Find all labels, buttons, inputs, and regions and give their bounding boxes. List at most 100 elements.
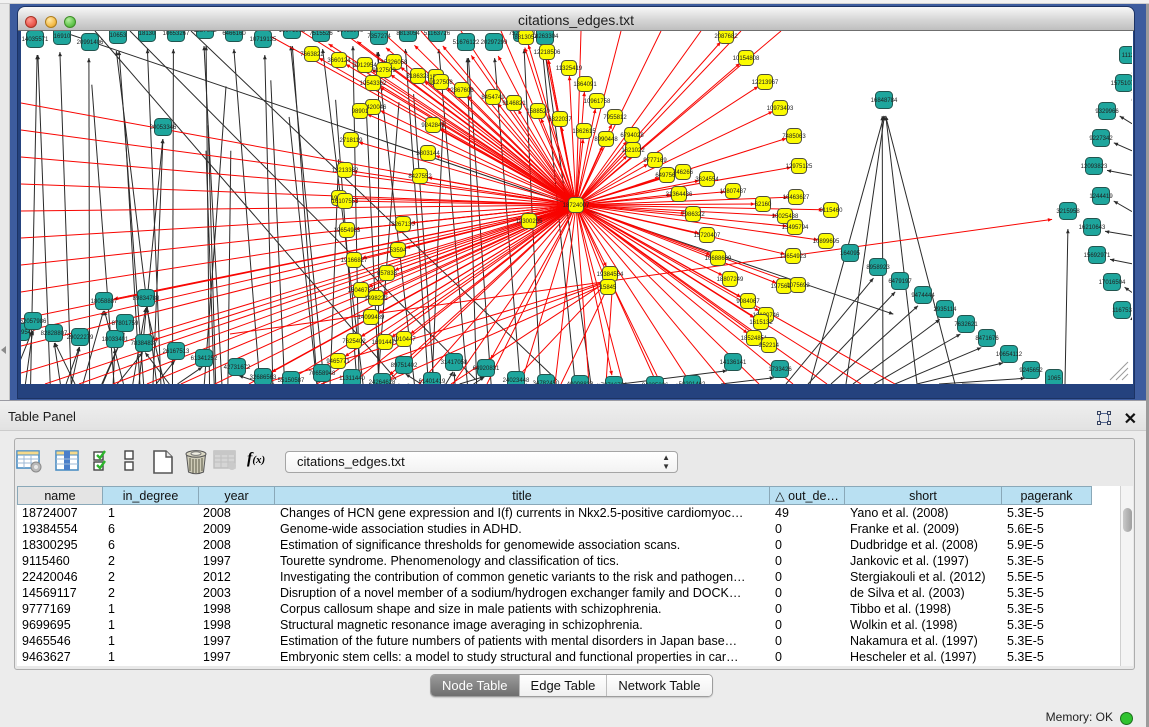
svg-text:1527602: 1527602 (193, 31, 217, 34)
svg-text:78384837: 78384837 (131, 341, 158, 347)
svg-text:7663822: 7663822 (300, 52, 324, 58)
svg-text:1364091: 1364091 (573, 82, 597, 88)
svg-text:32686563: 32686563 (250, 375, 277, 381)
svg-text:9127508: 9127508 (429, 80, 453, 86)
svg-text:29022279: 29022279 (67, 335, 94, 341)
svg-text:16848784: 16848784 (871, 98, 898, 104)
svg-text:10543362: 10543362 (360, 81, 387, 87)
svg-text:2718119: 2718119 (340, 138, 364, 144)
svg-text:61341252: 61341252 (191, 356, 218, 362)
svg-text:8813054: 8813054 (396, 31, 420, 37)
svg-text:20991406: 20991406 (77, 40, 104, 46)
svg-text:9146821: 9146821 (502, 101, 526, 107)
svg-text:53594: 53594 (390, 248, 407, 254)
svg-text:8813054: 8813054 (514, 35, 538, 41)
svg-text:2367608: 2367608 (450, 88, 474, 94)
svg-text:34839548: 34839548 (21, 330, 35, 336)
svg-text:14136141: 14136141 (720, 360, 747, 366)
svg-text:19384554: 19384554 (597, 272, 624, 278)
svg-text:16971365: 16971365 (279, 31, 306, 34)
svg-text:16910: 16910 (54, 34, 71, 40)
svg-text:2803144: 2803144 (416, 151, 440, 157)
svg-text:1498222: 1498222 (364, 296, 388, 302)
svg-text:98901: 98901 (352, 109, 369, 115)
svg-text:7357274: 7357274 (367, 34, 391, 40)
svg-text:10807487: 10807487 (720, 189, 747, 195)
svg-text:746266: 746266 (673, 170, 694, 176)
svg-text:11311440: 11311440 (339, 376, 365, 382)
svg-text:18033401: 18033401 (102, 337, 129, 343)
svg-text:7986322: 7986322 (681, 212, 705, 218)
svg-text:20053346: 20053346 (150, 125, 177, 131)
svg-text:12213362: 12213362 (332, 168, 359, 174)
svg-text:20297299: 20297299 (481, 40, 508, 46)
svg-text:55150587: 55150587 (278, 378, 305, 384)
svg-text:13654923: 13654923 (780, 254, 807, 260)
svg-text:14035571: 14035571 (22, 37, 49, 43)
svg-text:62160: 62160 (755, 202, 772, 208)
svg-text:61401419: 61401419 (419, 379, 446, 384)
svg-text:10719135: 10719135 (250, 37, 277, 43)
svg-text:10653267: 10653267 (163, 31, 190, 37)
svg-text:7485063: 7485063 (782, 134, 806, 140)
svg-text:6794028: 6794028 (620, 133, 644, 139)
svg-text:15845: 15845 (600, 285, 617, 291)
svg-text:7955812: 7955812 (603, 115, 627, 121)
svg-text:51676122: 51676122 (453, 40, 480, 46)
svg-text:10154808: 10154808 (733, 56, 760, 62)
svg-text:21364436: 21364436 (666, 192, 693, 198)
svg-text:9329966: 9329966 (1095, 109, 1119, 115)
svg-text:10688609: 10688609 (705, 256, 732, 262)
svg-text:9115460: 9115460 (820, 208, 844, 214)
svg-text:2087682: 2087682 (714, 34, 738, 40)
svg-text:18724007: 18724007 (563, 203, 590, 209)
svg-text:3660124: 3660124 (327, 58, 351, 64)
svg-text:89751402: 89751402 (391, 363, 418, 369)
svg-text:70658948: 70658948 (309, 371, 336, 377)
svg-text:8186328: 8186328 (406, 74, 430, 80)
svg-text:12975125: 12975125 (786, 164, 813, 170)
svg-text:16463627: 16463627 (783, 195, 810, 201)
svg-text:16210643: 16210643 (1079, 225, 1106, 231)
svg-text:1588520: 1588520 (526, 109, 550, 115)
svg-text:8958923: 8958923 (866, 265, 890, 271)
svg-text:2935114: 2935114 (934, 307, 958, 313)
svg-text:12213967: 12213967 (752, 80, 779, 86)
svg-text:62057986: 62057986 (21, 319, 47, 325)
svg-text:12093823: 12093823 (1081, 164, 1108, 170)
svg-text:50201462: 50201462 (679, 382, 706, 384)
svg-text:6466160: 6466160 (222, 31, 246, 37)
svg-text:19654983: 19654983 (334, 228, 361, 234)
svg-text:6479197: 6479197 (888, 279, 912, 285)
svg-text:1621022: 1621022 (621, 148, 645, 154)
svg-text:8990448: 8990448 (594, 137, 618, 143)
svg-text:64920831: 64920831 (473, 366, 500, 372)
svg-text:82828807: 82828807 (41, 331, 68, 337)
svg-text:116753: 116753 (1112, 308, 1132, 314)
svg-text:6322037: 6322037 (548, 117, 572, 123)
svg-text:13495794: 13495794 (782, 225, 809, 231)
svg-text:3267130: 3267130 (391, 222, 415, 228)
svg-text:10899695: 10899695 (813, 239, 840, 245)
svg-text:7632621: 7632621 (954, 322, 978, 328)
svg-text:9245652: 9245652 (1019, 368, 1043, 374)
svg-text:7515526: 7515526 (309, 31, 333, 37)
svg-text:1910447: 1910447 (392, 337, 416, 343)
svg-text:18300295: 18300295 (516, 219, 543, 225)
svg-text:40008838: 40008838 (567, 382, 594, 384)
svg-text:18058887: 18058887 (91, 299, 118, 305)
svg-text:12218506: 12218506 (534, 50, 561, 56)
svg-text:42731672: 42731672 (224, 365, 251, 371)
svg-text:164095: 164095 (840, 251, 861, 257)
svg-text:1075692: 1075692 (786, 283, 810, 289)
svg-text:10654112: 10654112 (996, 352, 1023, 358)
svg-text:17016504: 17016504 (1099, 280, 1126, 286)
svg-text:10961758: 10961758 (584, 99, 611, 105)
svg-text:9084067: 9084067 (736, 299, 760, 305)
svg-text:1065: 1065 (1047, 376, 1061, 382)
svg-text:16107553: 16107553 (332, 199, 359, 205)
svg-text:15751074: 15751074 (1111, 81, 1132, 87)
svg-text:15692971: 15692971 (1084, 253, 1111, 259)
svg-text:252214: 252214 (759, 343, 780, 349)
svg-text:8427552: 8427552 (408, 174, 432, 180)
